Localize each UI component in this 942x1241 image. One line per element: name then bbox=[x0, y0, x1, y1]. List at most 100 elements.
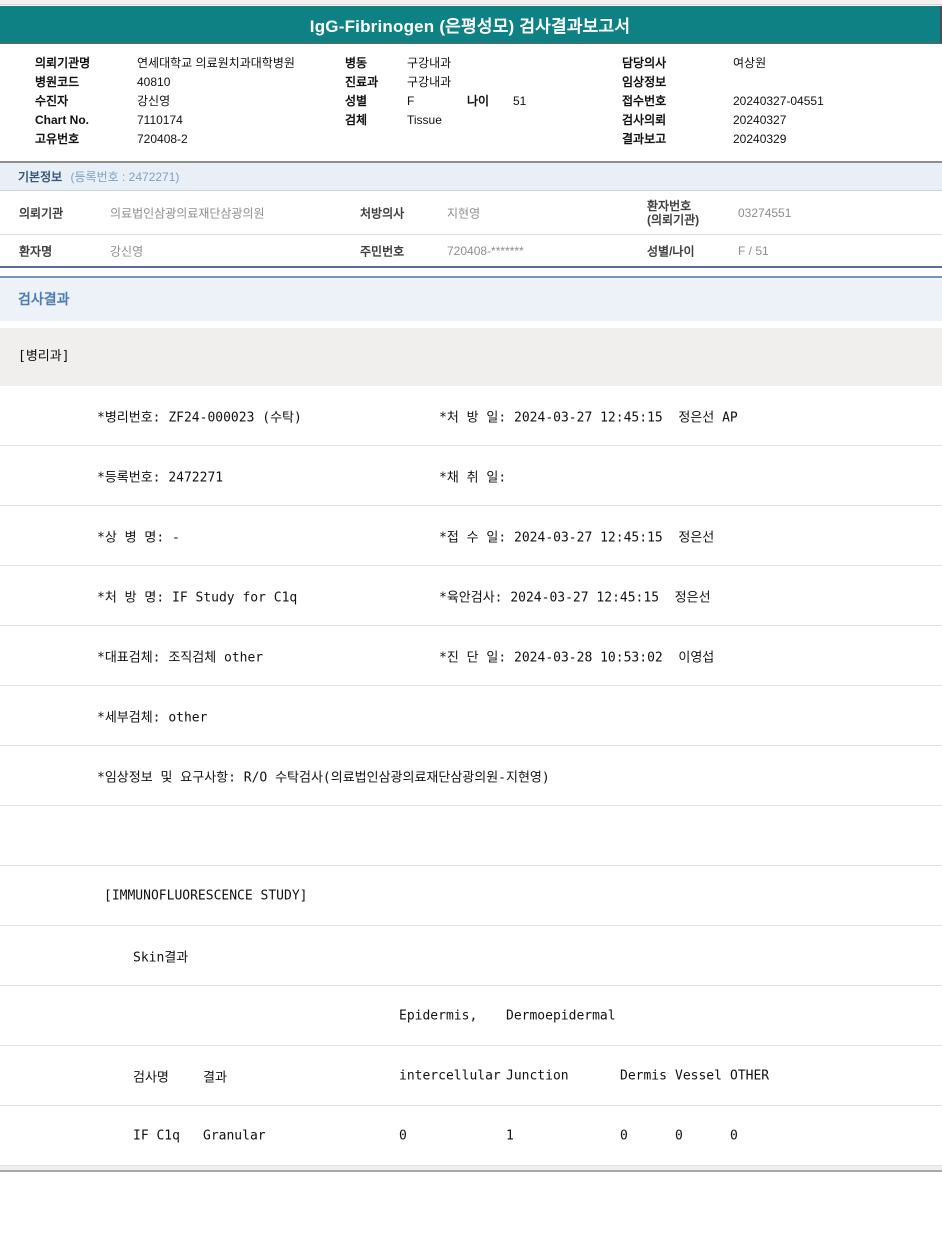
patient-header-row: 병원코드 40810 진료과 구강내과 임상정보 bbox=[0, 73, 942, 92]
report-row-sub-specimen: *세부검체: other bbox=[0, 686, 942, 746]
patient-header-section: 의뢰기관명 연세대학교 의료원치과대학병원 병동 구강내과 담당의사 여상원 병… bbox=[0, 44, 942, 163]
department-label: [병리과] bbox=[18, 349, 70, 364]
field-label-sex: 성별 bbox=[345, 94, 368, 108]
field-label-chart-no: Chart No. bbox=[35, 113, 89, 127]
pathology-no-text: *병리번호: ZF24-000023 (수탁) bbox=[97, 410, 302, 425]
report-row-if-column-header: 검사명 결과 intercellular Junction Dermis Ves… bbox=[0, 1046, 942, 1106]
report-row-study-title: [IMMUNOFLUORESCENCE STUDY] bbox=[0, 866, 942, 926]
report-row-registration-no: *등록번호: 2472271 *채 취 일: bbox=[0, 446, 942, 506]
immunofluorescence-study-title: [IMMUNOFLUORESCENCE STUDY] bbox=[104, 888, 308, 903]
order-datetime-text: *처 방 일: 2024-03-27 12:45:15 정은선 AP bbox=[439, 410, 738, 425]
field-label-clinic-dept: 진료과 bbox=[345, 75, 379, 89]
basic-info-title: 기본정보 bbox=[18, 170, 63, 184]
field-label-report-date: 결과보고 bbox=[622, 132, 667, 146]
label-patient-no: 환자번호 (의뢰기관) bbox=[647, 199, 699, 227]
field-value-doctor: 여상원 bbox=[733, 56, 767, 70]
report-title-bar: IgG-Fibrinogen (은평성모) 검사결과보고서 bbox=[0, 6, 942, 44]
skin-result-label: Skin결과 bbox=[133, 950, 189, 965]
value-sex-age: F / 51 bbox=[738, 243, 769, 258]
field-value-clinic-dept: 구강내과 bbox=[407, 75, 452, 89]
value-referring-org: 의료법인삼광의료재단삼광의원 bbox=[110, 206, 265, 220]
field-label-referring-org: 의뢰기관명 bbox=[35, 56, 91, 70]
basic-info-row: 환자명 강신영 주민번호 720408-******* 성별/나이 F / 51 bbox=[0, 235, 942, 268]
cell-intercellular: 0 bbox=[399, 1128, 407, 1143]
col-header-other: OTHER bbox=[730, 1068, 770, 1083]
col-group-dermoepidermal: Dermoepidermal bbox=[506, 1008, 616, 1023]
label-patient-name: 환자명 bbox=[19, 244, 53, 258]
report-row-main-specimen: *대표검체: 조직검체 other *진 단 일: 2024-03-28 10:… bbox=[0, 626, 942, 686]
value-patient-name: 강신영 bbox=[110, 244, 144, 258]
sub-specimen-text: *세부검체: other bbox=[97, 710, 208, 725]
value-ordering-doctor: 지현영 bbox=[447, 206, 481, 220]
field-label-specimen: 검체 bbox=[345, 113, 368, 127]
order-name-text: *처 방 명: IF Study for C1q bbox=[97, 590, 298, 605]
collection-date-text: *채 취 일: bbox=[439, 470, 507, 485]
field-label-accession-no: 접수번호 bbox=[622, 94, 667, 108]
field-value-unique-no: 720408-2 bbox=[137, 132, 188, 146]
receipt-datetime-text: *접 수 일: 2024-03-27 12:45:15 정은선 bbox=[439, 530, 715, 545]
label-ordering-doctor: 처방의사 bbox=[360, 206, 405, 220]
spacer bbox=[0, 268, 942, 276]
patient-header-row: 수진자 강신영 성별 F 나이 51 접수번호 20240327-04551 bbox=[0, 92, 942, 111]
spacer bbox=[0, 321, 942, 328]
test-result-section-bar: 검사결과 bbox=[0, 276, 942, 321]
field-label-order-date: 검사의뢰 bbox=[622, 113, 667, 127]
value-resident-no: 720408-******* bbox=[447, 243, 524, 258]
field-value-hospital-code: 40810 bbox=[137, 75, 171, 89]
label-patient-no-line2: (의뢰기관) bbox=[647, 212, 700, 227]
col-header-test-name: 검사명 bbox=[133, 1070, 169, 1085]
field-label-age: 나이 bbox=[467, 94, 490, 108]
diagnosis-name-text: *상 병 명: - bbox=[97, 530, 180, 545]
report-title: IgG-Fibrinogen (은평성모) 검사결과보고서 bbox=[309, 16, 631, 36]
bottom-strip bbox=[0, 1166, 942, 1172]
label-sex-age: 성별/나이 bbox=[647, 244, 695, 258]
field-label-clinical-info: 임상정보 bbox=[622, 75, 667, 89]
gross-exam-text: *육안검사: 2024-03-27 12:45:15 정은선 bbox=[439, 590, 711, 605]
report-row-if-data: IF C1q Granular 0 1 0 0 0 bbox=[0, 1106, 942, 1166]
diagnosis-datetime-text: *진 단 일: 2024-03-28 10:53:02 이영섭 bbox=[439, 650, 715, 665]
clinical-request-text: *임상정보 및 요구사항: R/O 수탁검사(의료법인삼광의료재단삼광의원-지현… bbox=[97, 770, 550, 785]
report-row-order-name: *처 방 명: IF Study for C1q *육안검사: 2024-03-… bbox=[0, 566, 942, 626]
department-row: [병리과] bbox=[0, 328, 942, 386]
cell-result: Granular bbox=[203, 1128, 266, 1143]
field-label-unique-no: 고유번호 bbox=[35, 132, 80, 146]
report-row-pathology-no: *병리번호: ZF24-000023 (수탁) *처 방 일: 2024-03-… bbox=[0, 386, 942, 446]
cell-test-name: IF C1q bbox=[133, 1128, 180, 1143]
col-header-vessel: Vessel bbox=[675, 1068, 722, 1083]
registration-no-text: *등록번호: 2472271 bbox=[97, 470, 224, 485]
cell-vessel: 0 bbox=[675, 1128, 683, 1143]
field-value-accession-no: 20240327-04551 bbox=[733, 94, 824, 108]
main-specimen-text: *대표검체: 조직검체 other bbox=[97, 650, 264, 665]
patient-header-row: 고유번호 720408-2 결과보고 20240329 bbox=[0, 130, 942, 149]
col-header-dermis: Dermis bbox=[620, 1068, 667, 1083]
field-value-sex: F bbox=[407, 94, 415, 108]
report-row-diagnosis-name: *상 병 명: - *접 수 일: 2024-03-27 12:45:15 정은… bbox=[0, 506, 942, 566]
field-value-patient: 강신영 bbox=[137, 94, 171, 108]
col-group-epidermis: Epidermis, bbox=[399, 1008, 478, 1023]
report-row-empty bbox=[0, 806, 942, 866]
cell-junction: 1 bbox=[506, 1128, 514, 1143]
label-referring-org: 의뢰기관 bbox=[19, 206, 64, 220]
test-result-section-title: 검사결과 bbox=[18, 291, 70, 307]
cell-other: 0 bbox=[730, 1128, 738, 1143]
col-header-result: 결과 bbox=[203, 1070, 227, 1085]
label-resident-no: 주민번호 bbox=[360, 244, 405, 258]
report-row-clinical-request: *임상정보 및 요구사항: R/O 수탁검사(의료법인삼광의료재단삼광의원-지현… bbox=[0, 746, 942, 806]
report-row-skin-result: Skin결과 bbox=[0, 926, 942, 986]
field-label-hospital-code: 병원코드 bbox=[35, 75, 80, 89]
field-value-ward: 구강내과 bbox=[407, 56, 452, 70]
patient-header-row: 의뢰기관명 연세대학교 의료원치과대학병원 병동 구강내과 담당의사 여상원 bbox=[0, 54, 942, 73]
field-label-doctor: 담당의사 bbox=[622, 56, 667, 70]
basic-info-bar: 기본정보 (등록번호 : 2472271) bbox=[0, 163, 942, 191]
patient-header-row: Chart No. 7110174 검체 Tissue 검사의뢰 2024032… bbox=[0, 111, 942, 130]
field-value-age: 51 bbox=[513, 94, 527, 108]
cell-dermis: 0 bbox=[620, 1128, 628, 1143]
basic-info-row: 의뢰기관 의료법인삼광의료재단삼광의원 처방의사 지현영 환자번호 (의뢰기관)… bbox=[0, 191, 942, 235]
field-value-specimen: Tissue bbox=[407, 113, 442, 127]
basic-info-reg-no: (등록번호 : 2472271) bbox=[70, 170, 180, 184]
label-patient-no-line1: 환자번호 bbox=[647, 198, 692, 213]
field-value-report-date: 20240329 bbox=[733, 132, 787, 146]
col-header-junction: Junction bbox=[506, 1068, 569, 1083]
field-label-patient: 수진자 bbox=[35, 94, 69, 108]
report-row-if-group-header: Epidermis, Dermoepidermal bbox=[0, 986, 942, 1046]
